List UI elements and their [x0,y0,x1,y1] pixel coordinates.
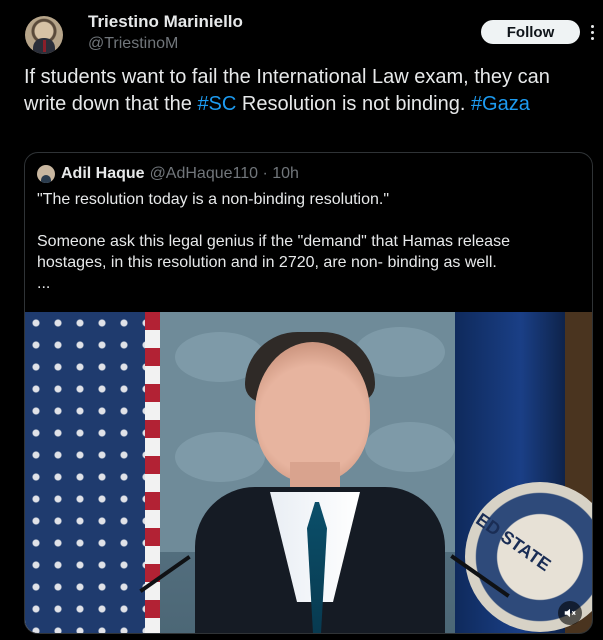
tweet-text: If students want to fail the Internation… [24,64,584,118]
mute-icon[interactable] [558,601,582,625]
quoted-tweet[interactable]: Adil Haque @AdHaque110 · 10h "The resolu… [24,152,593,634]
backdrop-seal-3 [175,432,265,482]
hashtag-sc-link[interactable]: #SC [197,93,236,115]
quoted-tweet-text: "The resolution today is a non-binding r… [37,189,577,294]
speaker-face [255,342,370,482]
hashtag-gaza-link[interactable]: #Gaza [471,93,530,115]
quoted-media-video[interactable]: ED STATE [25,312,592,633]
quoted-line-1: "The resolution today is a non-binding r… [37,191,390,208]
quoted-line-2: Someone ask this legal genius if the "de… [37,233,510,271]
quoted-tweet-header: Adil Haque @AdHaque110 · 10h [37,164,299,184]
quoted-line-3: ... [37,275,51,292]
quoted-author-name[interactable]: Adil Haque [61,165,145,183]
more-options-icon[interactable] [586,20,598,44]
author-handle[interactable]: @TriestinoM [88,35,178,53]
quoted-paragraph-gap [37,210,577,231]
us-flag [25,312,160,633]
mute-icon-svg [564,608,576,618]
author-avatar[interactable] [25,16,63,54]
author-name[interactable]: Triestino Mariniello [88,12,243,32]
tweet-header: Triestino Mariniello @TriestinoM Follow [0,0,603,60]
avatar-tie [43,40,46,52]
follow-button[interactable]: Follow [481,20,580,44]
tweet-text-part-2: Resolution is not binding. [236,93,471,115]
quoted-author-handle-time[interactable]: @AdHaque110 · 10h [150,165,299,183]
quoted-author-avatar[interactable] [37,165,55,183]
backdrop-seal-4 [365,422,455,472]
us-flag-stars [25,312,145,633]
